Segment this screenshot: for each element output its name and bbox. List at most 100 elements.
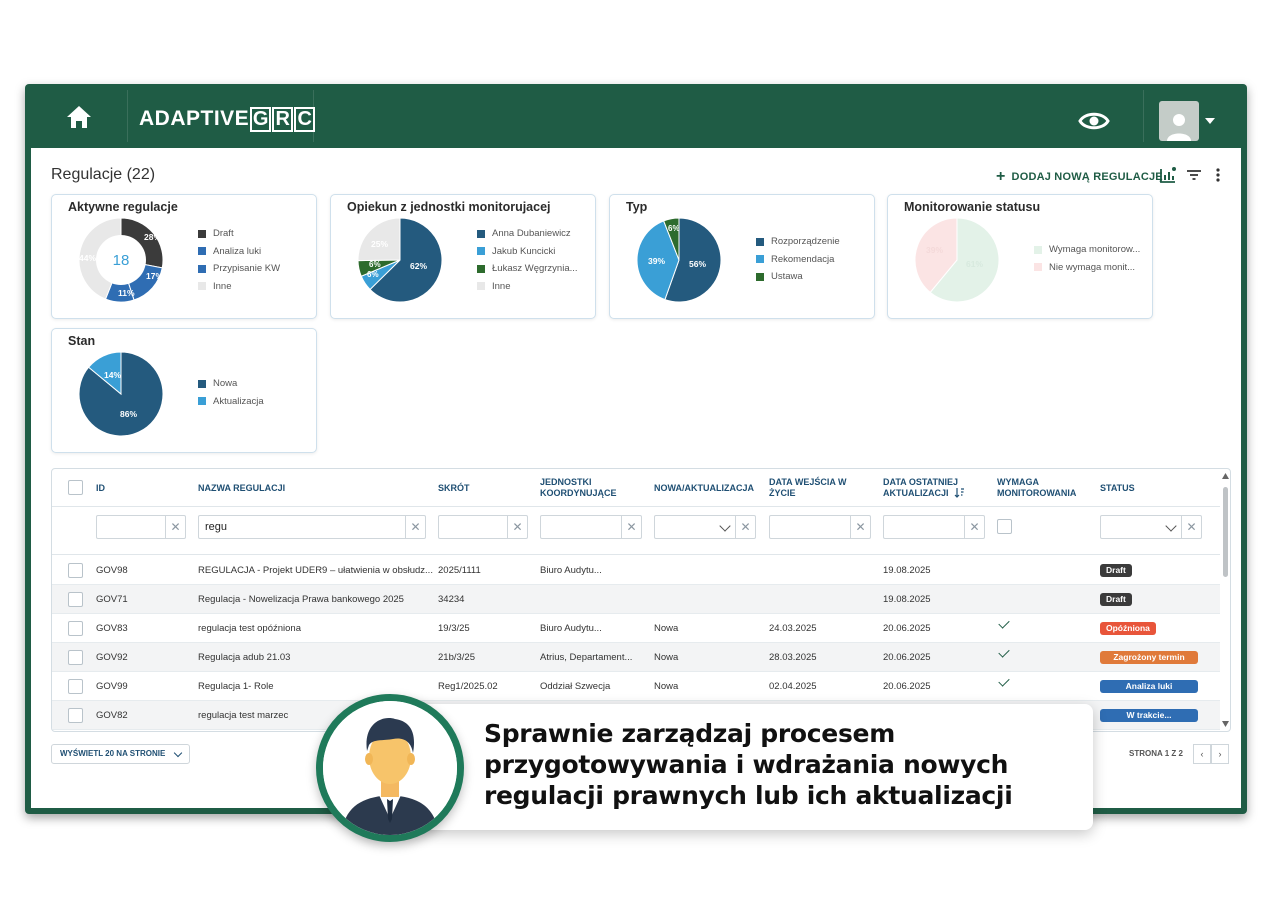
card-title: Stan	[68, 334, 96, 348]
filter-name-value: regu	[205, 521, 228, 533]
row-checkbox[interactable]	[68, 621, 83, 636]
column-header[interactable]: WYMAGA MONITOROWANIA	[997, 477, 1076, 499]
legend-item[interactable]: Inne	[477, 278, 578, 296]
row-checkbox[interactable]	[68, 708, 83, 723]
slice-label: 6%	[668, 224, 680, 233]
pie-chart: 61% 39%	[914, 217, 1000, 303]
legend-item[interactable]: Draft	[198, 225, 280, 243]
check-icon	[998, 675, 1010, 687]
filter-type-select[interactable]: ✕	[654, 515, 756, 539]
cell-id: GOV92	[96, 652, 128, 663]
column-header[interactable]: JEDNOSTKI KOORDYNUJĄCE	[540, 477, 617, 499]
slice-label: 44%	[79, 253, 96, 263]
column-header[interactable]: DATA WEJŚCIA W ŻYCIE	[769, 477, 847, 499]
filter-icon[interactable]	[1185, 166, 1203, 184]
cell-name: REGULACJA - Projekt UDER9 – ułatwienia w…	[198, 565, 433, 576]
clear-icon[interactable]: ✕	[850, 516, 870, 538]
legend-item[interactable]: Jakub Kuncicki	[477, 243, 578, 261]
clear-icon[interactable]: ✕	[621, 516, 641, 538]
card-title: Aktywne regulacje	[68, 200, 178, 214]
chart-card-owner: Opiekun z jednostki monitorujacej 62% 6%…	[330, 194, 596, 319]
filter-date-upd-input[interactable]: ✕	[883, 515, 985, 539]
filter-short-input[interactable]: ✕	[438, 515, 528, 539]
row-checkbox[interactable]	[68, 679, 83, 694]
legend-item[interactable]: Nie wymaga monit...	[1034, 259, 1140, 277]
filter-monitor-checkbox[interactable]	[997, 519, 1012, 534]
legend-item[interactable]: Inne	[198, 278, 280, 296]
chevron-down-icon[interactable]	[1205, 118, 1215, 124]
legend-item[interactable]: Aktualizacja	[198, 393, 264, 411]
legend-item[interactable]: Rozporządzenie	[756, 233, 840, 251]
legend-item[interactable]: Wymaga monitorow...	[1034, 241, 1140, 259]
legend-label: Inne	[213, 280, 232, 292]
cell-units: Biuro Audytu...	[540, 565, 602, 576]
filter-status-select[interactable]: ✕	[1100, 515, 1202, 539]
sort-desc-icon[interactable]	[954, 487, 965, 498]
cell-date-upd: 20.06.2025	[883, 623, 931, 634]
scroll-up-icon[interactable]	[1222, 473, 1229, 479]
scroll-down-icon[interactable]	[1222, 721, 1229, 727]
clear-icon[interactable]: ✕	[735, 516, 755, 538]
vertical-scrollbar[interactable]	[1220, 469, 1230, 731]
legend-item[interactable]: Nowa	[198, 375, 264, 393]
table-row[interactable]: GOV98 REGULACJA - Projekt UDER9 – ułatwie…	[52, 556, 1220, 585]
chart-settings-icon[interactable]	[1159, 166, 1177, 184]
legend-label: Aktualizacja	[213, 395, 264, 407]
legend-swatch	[756, 255, 764, 264]
next-page-button[interactable]: ›	[1211, 744, 1229, 764]
more-options-icon[interactable]	[1209, 166, 1227, 184]
legend-item[interactable]: Przypisanie KW	[198, 260, 280, 278]
regulations-table: ID NAZWA REGULACJI SKRÓT JEDNOSTKI KOORD…	[51, 468, 1231, 732]
app-logo[interactable]: ADAPTIVE G R C	[139, 106, 316, 132]
status-badge: Zagrożony termin	[1100, 651, 1198, 664]
legend-item[interactable]: Analiza luki	[198, 243, 280, 261]
legend-label: Anna Dubaniewicz	[492, 228, 571, 240]
clear-icon[interactable]: ✕	[165, 516, 185, 538]
clear-icon[interactable]: ✕	[1181, 516, 1201, 538]
table-row[interactable]: GOV92 Regulacja adub 21.03 21b/3/25 Atrius,…	[52, 643, 1220, 672]
prev-page-button[interactable]: ‹	[1193, 744, 1211, 764]
row-checkbox[interactable]	[68, 563, 83, 578]
clear-icon[interactable]: ✕	[507, 516, 527, 538]
table-row[interactable]: GOV99 Regulacja 1- Role Reg1/2025.02 Oddzia…	[52, 672, 1220, 701]
column-header[interactable]: STATUS	[1100, 483, 1135, 494]
chart-legend: Rozporządzenie Rekomendacja Ustawa	[756, 233, 840, 286]
preview-button[interactable]	[1077, 104, 1111, 138]
clear-icon[interactable]: ✕	[964, 516, 984, 538]
chevron-down-icon	[174, 748, 183, 757]
table-header: ID NAZWA REGULACJI SKRÓT JEDNOSTKI KOORD…	[52, 469, 1220, 507]
cell-type: Nowa	[654, 623, 679, 634]
home-button[interactable]	[53, 102, 105, 132]
table-row[interactable]: GOV71 Regulacja - Nowelizacja Prawa banko…	[52, 585, 1220, 614]
column-header[interactable]: NOWA/AKTUALIZACJA	[654, 483, 754, 494]
per-page-select[interactable]: WYŚWIETL 20 NA STRONIE	[51, 744, 191, 764]
filter-id-input[interactable]: ✕	[96, 515, 186, 539]
select-all-checkbox[interactable]	[68, 480, 83, 495]
add-regulation-label: DODAJ NOWĄ REGULACJĘ	[1011, 171, 1163, 183]
chart-legend: Draft Analiza luki Przypisanie KW Inne	[198, 225, 280, 295]
column-header[interactable]: ID	[96, 483, 105, 494]
table-row[interactable]: GOV83 regulacja test opóźniona 19/3/25 Biur…	[52, 614, 1220, 643]
cell-id: GOV83	[96, 623, 128, 634]
filter-name-input[interactable]: regu ✕	[198, 515, 426, 539]
scroll-thumb[interactable]	[1223, 487, 1228, 577]
cell-id: GOV71	[96, 594, 128, 605]
add-regulation-button[interactable]: + DODAJ NOWĄ REGULACJĘ	[996, 168, 1163, 186]
column-header[interactable]: DATA OSTATNIEJ AKTUALIZACJI	[883, 477, 958, 499]
column-header[interactable]: NAZWA REGULACJI	[198, 483, 285, 494]
row-checkbox[interactable]	[68, 650, 83, 665]
legend-item[interactable]: Rekomendacja	[756, 251, 840, 269]
filter-units-input[interactable]: ✕	[540, 515, 642, 539]
clear-icon[interactable]: ✕	[405, 516, 425, 538]
filter-date-in-input[interactable]: ✕	[769, 515, 871, 539]
cell-short: 21b/3/25	[438, 652, 475, 663]
row-checkbox[interactable]	[68, 592, 83, 607]
user-avatar-button[interactable]	[1159, 101, 1199, 141]
column-header[interactable]: SKRÓT	[438, 483, 470, 494]
legend-item[interactable]: Ustawa	[756, 268, 840, 286]
legend-item[interactable]: Łukasz Węgrzynia...	[477, 260, 578, 278]
legend-item[interactable]: Anna Dubaniewicz	[477, 225, 578, 243]
chart-card-state: Stan 86% 14% Nowa Aktualizacja	[51, 328, 317, 453]
cell-units: Oddział Szwecja	[540, 681, 611, 692]
legend-label: Przypisanie KW	[213, 263, 281, 275]
